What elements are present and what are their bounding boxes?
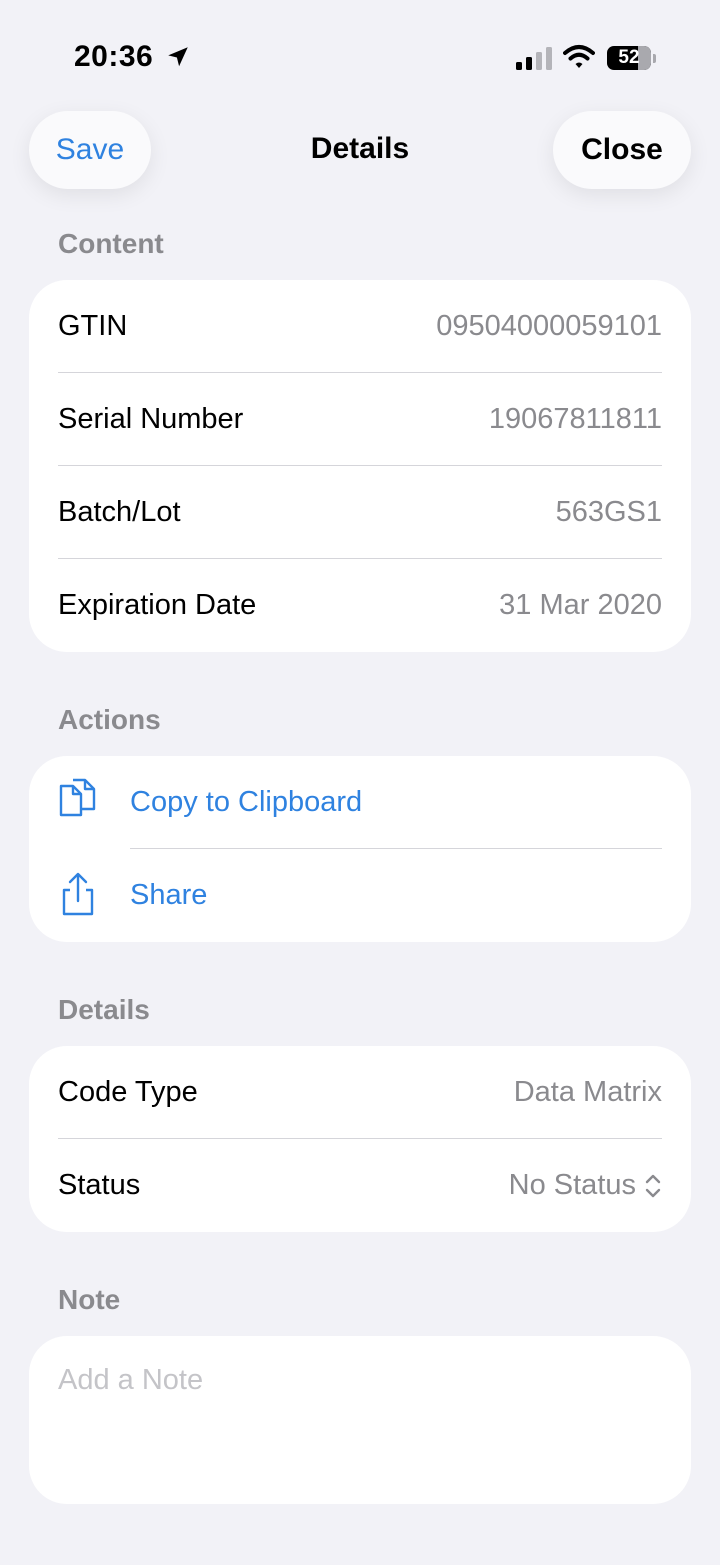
row-label: Status xyxy=(58,1169,141,1201)
status-picker-value: No Status xyxy=(508,1169,636,1201)
note-field[interactable]: Add a Note xyxy=(29,1336,691,1504)
row-label: GTIN xyxy=(58,310,128,342)
section-header-content: Content xyxy=(58,228,164,259)
share-label: Share xyxy=(130,879,208,911)
content-row-expiration-date: Expiration Date 31 Mar 2020 xyxy=(29,559,691,652)
copy-to-clipboard-button[interactable]: Copy to Clipboard xyxy=(29,756,691,849)
location-arrow-icon xyxy=(168,47,188,67)
copy-documents-icon xyxy=(59,778,96,817)
battery-icon: 52 xyxy=(607,46,657,72)
status-picker[interactable]: No Status xyxy=(509,1139,662,1232)
row-label: Expiration Date xyxy=(58,589,257,621)
actions-card: Copy to Clipboard Share xyxy=(29,756,691,942)
row-label: Serial Number xyxy=(58,403,244,435)
chevron-up-down-icon xyxy=(645,1174,661,1197)
row-value: 563GS1 xyxy=(555,496,662,528)
share-icon xyxy=(62,872,94,916)
content-row-batch-lot: Batch/Lot 563GS1 xyxy=(29,466,691,559)
row-label: Code Type xyxy=(58,1076,198,1108)
section-header-details: Details xyxy=(58,994,150,1025)
row-value: Data Matrix xyxy=(513,1076,662,1108)
row-label: Batch/Lot xyxy=(58,496,181,528)
close-button[interactable]: Close xyxy=(553,111,691,189)
battery-level: 52 xyxy=(618,47,640,68)
share-button[interactable]: Share xyxy=(29,849,691,942)
details-row-status: Status No Status xyxy=(29,1139,691,1232)
status-bar: 20:36 52 xyxy=(0,0,720,100)
wifi-icon xyxy=(563,45,595,68)
row-value: 31 Mar 2020 xyxy=(499,589,662,621)
copy-to-clipboard-label: Copy to Clipboard xyxy=(130,786,363,818)
content-row-gtin: GTIN 09504000059101 xyxy=(29,280,691,373)
note-placeholder: Add a Note xyxy=(58,1364,204,1396)
section-header-actions: Actions xyxy=(58,704,161,735)
content-card: GTIN 09504000059101 Serial Number 190678… xyxy=(29,280,691,652)
status-time: 20:36 xyxy=(74,40,154,73)
details-card: Code Type Data Matrix Status No Status xyxy=(29,1046,691,1232)
content-row-serial-number: Serial Number 19067811811 xyxy=(29,373,691,466)
details-row-code-type: Code Type Data Matrix xyxy=(29,1046,691,1139)
section-header-note: Note xyxy=(58,1284,121,1315)
row-value: 09504000059101 xyxy=(436,310,662,342)
cellular-signal-icon xyxy=(516,47,552,70)
row-value: 19067811811 xyxy=(488,403,662,435)
